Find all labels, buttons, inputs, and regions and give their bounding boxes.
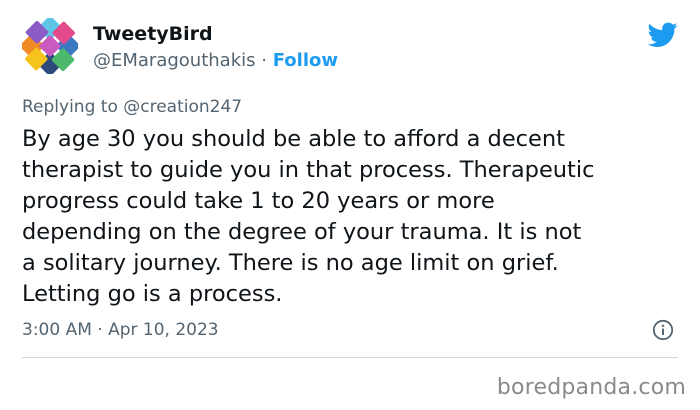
author-handle-line: @EMaragouthakis · Follow (93, 49, 338, 73)
tweet-text-line: Letting go is a process. (22, 281, 283, 307)
replying-to-handle[interactable]: @creation247 (123, 97, 242, 117)
twitter-bird-icon[interactable] (647, 22, 678, 48)
follow-button[interactable]: Follow (273, 50, 338, 71)
author-display-name[interactable]: TweetyBird (93, 22, 338, 46)
tweet-text: By age 30 you should be able to afford a… (22, 124, 687, 310)
tweet-text-line: therapist to guide you in that process. … (22, 157, 595, 183)
tweet-text-line: progress could take 1 to 20 years or mor… (22, 188, 495, 214)
avatar-logo-icon (22, 18, 78, 74)
author-handle[interactable]: @EMaragouthakis (93, 50, 256, 71)
handle-separator: · (261, 50, 267, 71)
tweet-text-line: depending on the degree of your trauma. … (22, 219, 582, 245)
info-circle-icon[interactable] (652, 319, 674, 341)
divider (22, 357, 678, 358)
replying-to-prefix: Replying to (22, 97, 118, 117)
replying-to: Replying to @creation247 (22, 96, 242, 118)
tweet-timestamp[interactable]: 3:00 AM · Apr 10, 2023 (22, 319, 219, 341)
watermark: boredpanda.com (496, 375, 686, 400)
avatar[interactable] (22, 18, 78, 74)
author-info: TweetyBird @EMaragouthakis · Follow (93, 22, 338, 73)
tweet-text-line: By age 30 you should be able to afford a… (22, 126, 565, 152)
tweet-text-line: a solitary journey. There is no age limi… (22, 250, 559, 276)
